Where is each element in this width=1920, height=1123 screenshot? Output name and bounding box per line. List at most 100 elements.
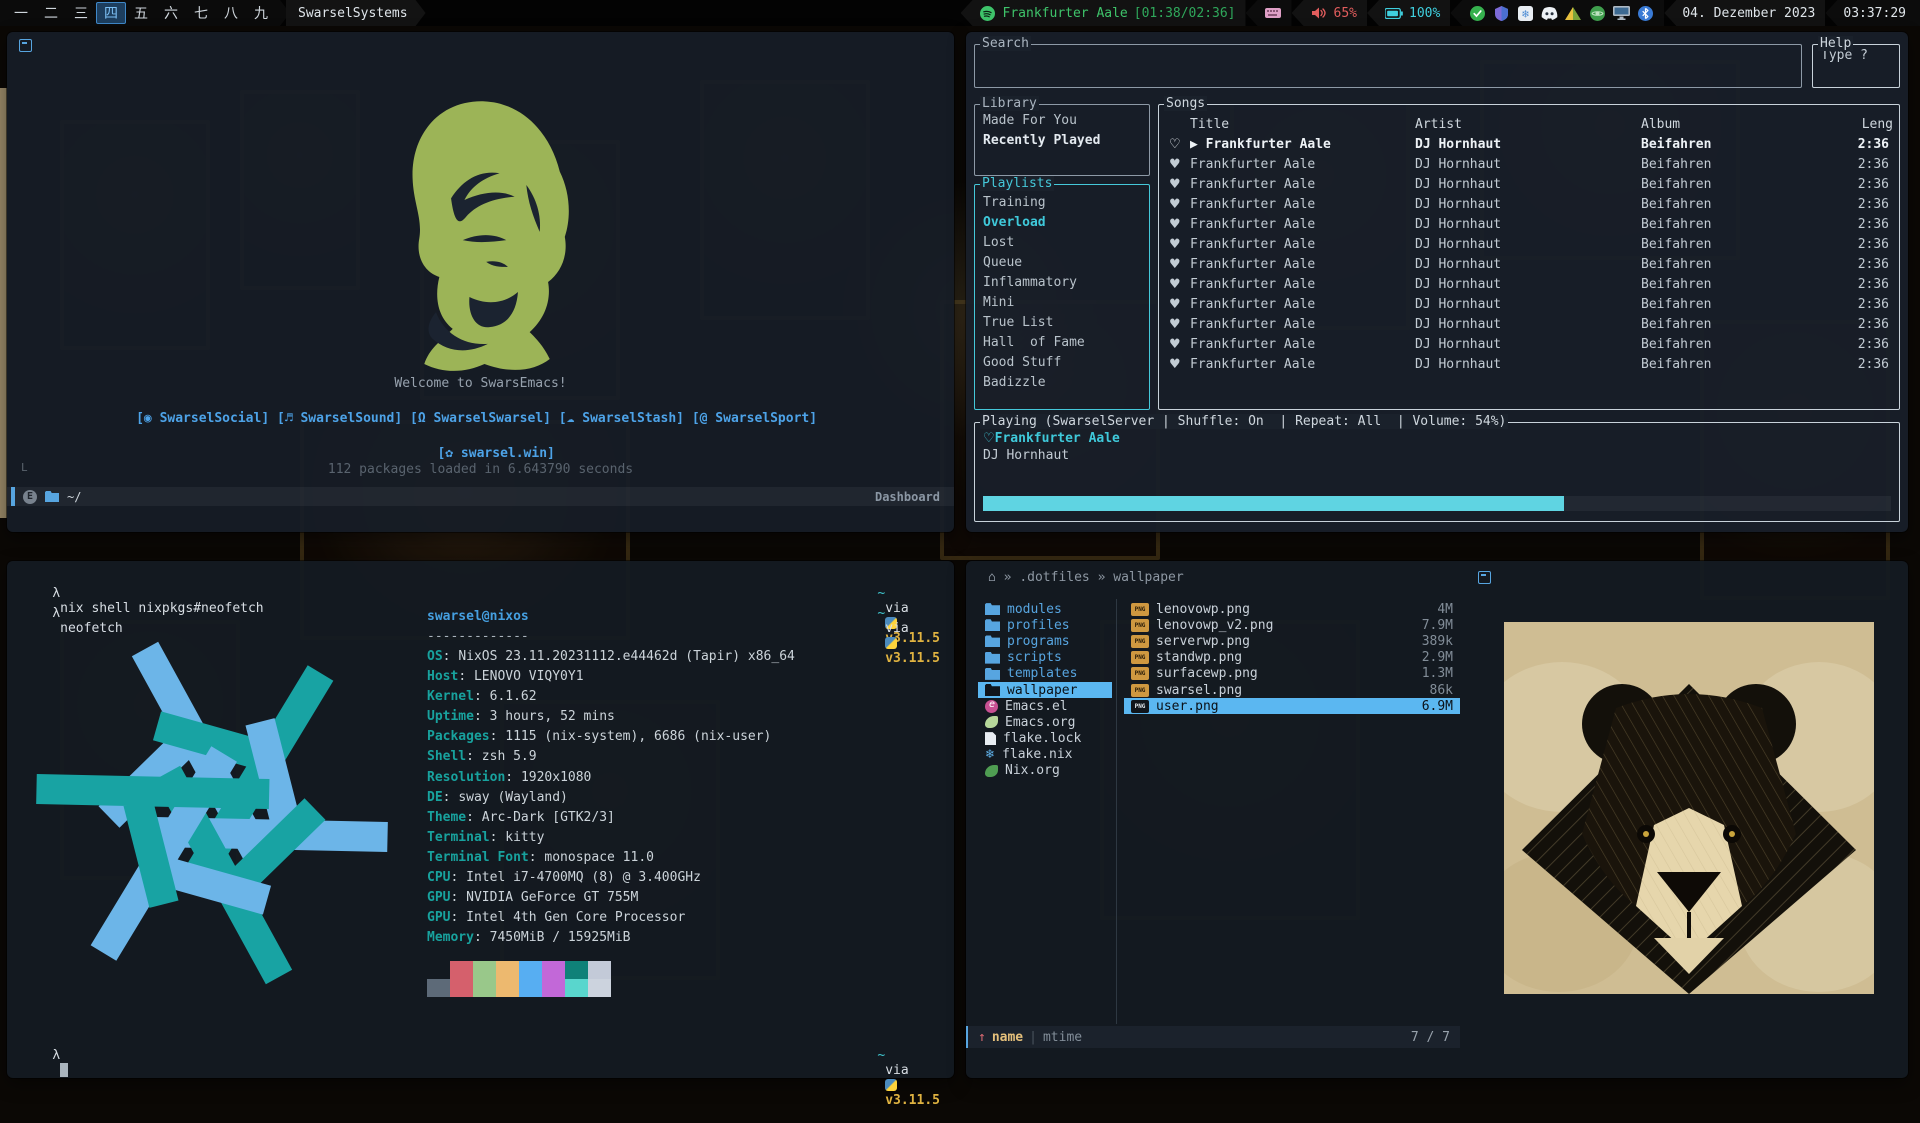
emacs-tab-icon[interactable] xyxy=(19,39,32,52)
dir-row[interactable]: Emacs.org xyxy=(978,714,1112,730)
playlist-item[interactable]: Lost xyxy=(975,233,1149,253)
file-row[interactable]: lenovowp_v2.png 7.9M xyxy=(1124,617,1460,633)
workspace-button[interactable]: 三 xyxy=(66,2,96,24)
heart-icon[interactable]: ♥ xyxy=(1169,215,1181,235)
songs-header-artist[interactable]: Artist xyxy=(1415,115,1462,135)
now-playing-widget[interactable]: Frankfurter Aale [01:38/02:36] xyxy=(961,0,1246,26)
song-row[interactable]: ♥ Frankfurter Aale DJ Hornhaut Beifahren… xyxy=(1159,295,1899,315)
heart-icon[interactable]: ♥ xyxy=(1169,195,1181,215)
song-row[interactable]: ♥ Frankfurter Aale DJ Hornhaut Beifahren… xyxy=(1159,155,1899,175)
dir-row[interactable]: programs xyxy=(978,633,1112,649)
song-row[interactable]: ♥ Frankfurter Aale DJ Hornhaut Beifahren… xyxy=(1159,175,1899,195)
home-icon[interactable]: ⌂ xyxy=(988,570,996,585)
search-box[interactable]: Search xyxy=(974,44,1802,88)
dir-row[interactable]: scripts xyxy=(978,650,1112,666)
battery-widget[interactable]: 100% xyxy=(1367,0,1450,26)
dir-row[interactable]: flake.lock xyxy=(978,731,1112,747)
heart-icon[interactable]: ♥ xyxy=(1169,155,1181,175)
display-icon[interactable] xyxy=(1612,4,1630,22)
dashboard-link[interactable]: [@ SwarselSport] xyxy=(692,411,817,426)
playlist-item[interactable]: Good Stuff xyxy=(975,353,1149,373)
tent-icon[interactable] xyxy=(1564,4,1582,22)
dashboard-link[interactable]: [◉ SwarselSocial] xyxy=(136,411,269,426)
file-row[interactable]: user.png 6.9M xyxy=(1124,698,1460,714)
song-row[interactable]: ♥ Frankfurter Aale DJ Hornhaut Beifahren… xyxy=(1159,255,1899,275)
dir-row[interactable]: templates xyxy=(978,666,1112,682)
heart-outline-icon[interactable]: ♡ xyxy=(983,431,995,446)
dashboard-link[interactable]: [♬ SwarselSound] xyxy=(277,411,402,426)
heart-icon[interactable]: ♥ xyxy=(1169,255,1181,275)
heart-icon[interactable]: ♥ xyxy=(1169,295,1181,315)
file-row[interactable]: lenovowp.png 4M xyxy=(1124,601,1460,617)
songs-header-length[interactable]: Leng xyxy=(1862,115,1893,135)
date-widget[interactable]: 04. Dezember 2023 xyxy=(1664,0,1825,26)
library-item[interactable]: Recently Played xyxy=(975,131,1149,151)
song-row[interactable]: ♥ Frankfurter Aale DJ Hornhaut Beifahren… xyxy=(1159,335,1899,355)
dir-row[interactable]: modules xyxy=(978,601,1112,617)
file-row[interactable]: standwp.png 2.9M xyxy=(1124,650,1460,666)
song-row[interactable]: ♥ Frankfurter Aale DJ Hornhaut Beifahren… xyxy=(1159,195,1899,215)
heart-icon[interactable]: ♥ xyxy=(1169,175,1181,195)
playlist-item[interactable]: Badizzle xyxy=(975,373,1149,393)
dashboard-link[interactable]: [Ω SwarselSwarsel] xyxy=(410,411,551,426)
workspace-button[interactable]: 四 xyxy=(96,2,126,24)
song-row[interactable]: ♥ Frankfurter Aale DJ Hornhaut Beifahren… xyxy=(1159,235,1899,255)
heart-icon[interactable]: ♡ xyxy=(1169,135,1181,155)
playlist-item[interactable]: True List xyxy=(975,313,1149,333)
sort-direction-icon[interactable]: ↑ xyxy=(978,1030,986,1045)
breadcrumb[interactable]: ⌂ » .dotfiles » wallpaper xyxy=(988,570,1184,585)
dir-row[interactable]: Nix.org xyxy=(978,763,1112,779)
file-row[interactable]: serverwp.png 389k xyxy=(1124,633,1460,649)
workspace-button[interactable]: 九 xyxy=(246,2,276,24)
checkmark-icon[interactable] xyxy=(1468,4,1486,22)
song-row[interactable]: ♥ Frankfurter Aale DJ Hornhaut Beifahren… xyxy=(1159,275,1899,295)
playlist-item[interactable]: Hall of Fame xyxy=(975,333,1149,353)
songs-header-title[interactable]: Title xyxy=(1190,115,1229,135)
breadcrumb-parent[interactable]: .dotfiles xyxy=(1019,570,1089,585)
preview-tab-icon[interactable] xyxy=(1478,571,1491,584)
library-item[interactable]: Made For You xyxy=(975,111,1149,131)
song-row[interactable]: ♥ Frankfurter Aale DJ Hornhaut Beifahren… xyxy=(1159,215,1899,235)
heart-icon[interactable]: ♥ xyxy=(1169,355,1181,375)
dir-row[interactable]: Emacs.el xyxy=(978,698,1112,714)
song-row[interactable]: ♥ Frankfurter Aale DJ Hornhaut Beifahren… xyxy=(1159,355,1899,375)
file-row[interactable]: surfacewp.png 1.3M xyxy=(1124,666,1460,682)
song-row[interactable]: ♡ ▶ Frankfurter Aale DJ Hornhaut Beifahr… xyxy=(1159,135,1899,155)
playlist-item[interactable]: Overload xyxy=(975,213,1149,233)
dir-row[interactable]: profiles xyxy=(978,617,1112,633)
keyboard-widget[interactable] xyxy=(1246,0,1292,26)
dir-row[interactable]: wallpaper xyxy=(978,682,1112,698)
heart-icon[interactable]: ♥ xyxy=(1169,275,1181,295)
bluetooth-icon[interactable] xyxy=(1636,4,1654,22)
dashboard-link[interactable]: [☁ SwarselStash] xyxy=(559,411,684,426)
playlist-item[interactable]: Training xyxy=(975,193,1149,213)
discord-icon[interactable] xyxy=(1540,4,1558,22)
progress-bar[interactable] xyxy=(983,496,1891,511)
breadcrumb-current[interactable]: wallpaper xyxy=(1113,570,1183,585)
workspace-button[interactable]: 六 xyxy=(156,2,186,24)
workspace-button[interactable]: 八 xyxy=(216,2,246,24)
workspace-button[interactable]: 五 xyxy=(126,2,156,24)
terminal-cursor[interactable] xyxy=(60,1063,68,1077)
playlist-item[interactable]: Mini xyxy=(975,293,1149,313)
heart-icon[interactable]: ♥ xyxy=(1169,235,1181,255)
workspace-button[interactable]: 二 xyxy=(36,2,66,24)
sort-key[interactable]: name xyxy=(992,1030,1023,1045)
file-row[interactable]: swarsel.png 86k xyxy=(1124,682,1460,698)
playlist-item[interactable]: Queue xyxy=(975,253,1149,273)
heart-icon[interactable]: ♥ xyxy=(1169,335,1181,355)
dir-row[interactable]: flake.nix xyxy=(978,747,1112,763)
heart-icon[interactable]: ♥ xyxy=(1169,315,1181,335)
songs-header-album[interactable]: Album xyxy=(1641,115,1680,135)
shield-icon[interactable] xyxy=(1492,4,1510,22)
workspace-button[interactable]: 一 xyxy=(6,2,36,24)
dashboard-link-home[interactable]: [✿ swarsel.win] xyxy=(437,446,554,461)
playlist-item[interactable]: Inflammatory xyxy=(975,273,1149,293)
sphere-icon[interactable] xyxy=(1588,4,1606,22)
snowflake-tile-icon[interactable]: ❄ xyxy=(1516,4,1534,22)
sort-alt-key[interactable]: mtime xyxy=(1043,1030,1082,1045)
clock-widget[interactable]: 03:37:29 xyxy=(1825,0,1920,26)
volume-widget[interactable]: 65% xyxy=(1292,0,1367,26)
song-row[interactable]: ♥ Frankfurter Aale DJ Hornhaut Beifahren… xyxy=(1159,315,1899,335)
workspace-button[interactable]: 七 xyxy=(186,2,216,24)
